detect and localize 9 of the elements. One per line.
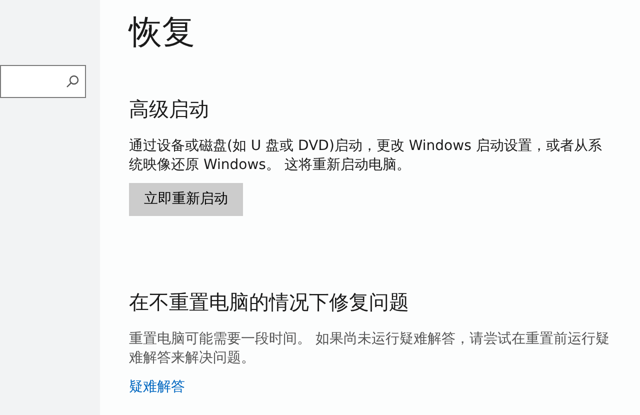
section-heading: 在不重置电脑的情况下修复问题 — [129, 289, 410, 316]
search-icon — [66, 75, 79, 88]
page-title: 恢复 — [129, 11, 196, 53]
section-description: 重置电脑可能需要一段时间。 如果尚未运行疑难解答，请尝试在重置前运行疑难解答来解决问题。 — [129, 330, 610, 368]
restart-button[interactable]: 立即重新启动 — [129, 183, 243, 216]
search-field[interactable] — [0, 65, 86, 98]
section-description: 通过设备或磁盘(如 U 盘或 DVD)启动，更改 Windows 启动设置，或者从系统映像还原 Windows。 这将重新启动电脑。 — [129, 137, 603, 175]
troubleshoot-link[interactable]: 疑难解答 — [129, 379, 185, 395]
section-heading: 高级启动 — [129, 96, 210, 123]
